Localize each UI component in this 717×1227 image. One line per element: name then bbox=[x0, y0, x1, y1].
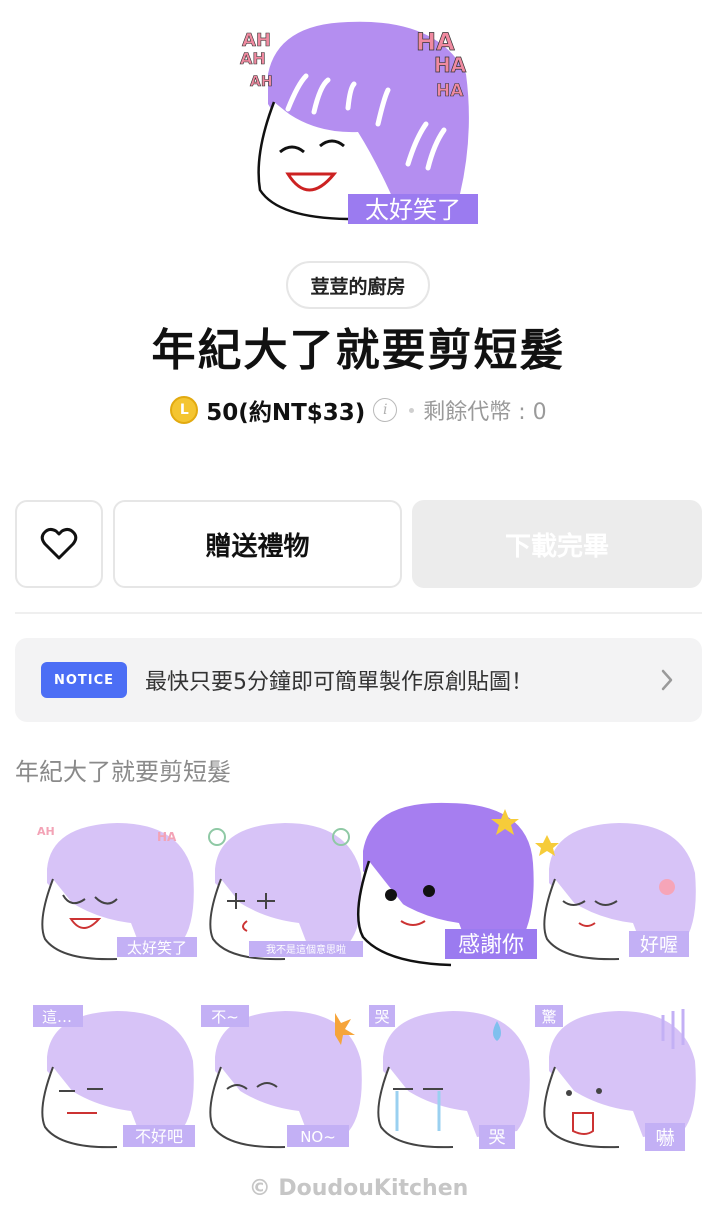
favorite-button[interactable] bbox=[15, 500, 103, 588]
svg-text:AH: AH bbox=[240, 49, 266, 68]
hero-right-text: HA bbox=[416, 28, 455, 56]
sticker-item[interactable]: 我不是這個意思啦 bbox=[199, 813, 369, 983]
sticker-item[interactable]: 哭 哭 bbox=[367, 1001, 537, 1171]
hero-left-text: AH bbox=[242, 30, 271, 51]
price-row: L 50(約NT$33) i 剩餘代幣 : 0 bbox=[0, 392, 717, 428]
svg-text:嚇: 嚇 bbox=[655, 1127, 674, 1149]
hero-sticker-image: AH AH AH HA HA HA 太好笑了 bbox=[240, 21, 478, 224]
svg-text:不好吧: 不好吧 bbox=[135, 1127, 183, 1146]
coins-left-label: 剩餘代幣 : 0 bbox=[423, 400, 547, 425]
copyright-footer: © DoudouKitchen bbox=[248, 1176, 469, 1201]
download-complete-button[interactable]: 下載完畢 bbox=[412, 500, 702, 588]
svg-text:AH: AH bbox=[250, 74, 273, 90]
heart-icon bbox=[40, 527, 78, 560]
svg-text:HA: HA bbox=[436, 81, 464, 101]
svg-text:好喔: 好喔 bbox=[640, 934, 678, 956]
sticker-item[interactable]: 這… 不好吧 bbox=[31, 1001, 201, 1171]
sticker-item[interactable]: AH HA 太好笑了 bbox=[31, 813, 201, 983]
svg-text:感謝你: 感謝你 bbox=[458, 933, 524, 958]
info-icon[interactable]: i bbox=[373, 398, 398, 422]
author-chip[interactable]: 荳荳的廚房 bbox=[286, 261, 430, 309]
chevron-right-icon bbox=[661, 669, 673, 691]
sticker-item[interactable]: 驚 嚇 bbox=[533, 1001, 703, 1171]
gift-button[interactable]: 贈送禮物 bbox=[113, 500, 402, 588]
svg-text:驚: 驚 bbox=[541, 1008, 556, 1026]
svg-text:哭: 哭 bbox=[489, 1128, 506, 1148]
svg-text:我不是這個意思啦: 我不是這個意思啦 bbox=[266, 943, 346, 956]
hero-caption: 太好笑了 bbox=[365, 196, 461, 224]
svg-text:HA: HA bbox=[157, 830, 177, 844]
notice-badge: NOTICE bbox=[41, 662, 127, 698]
sticker-item[interactable]: 好喔 bbox=[533, 813, 703, 983]
svg-text:太好笑了: 太好笑了 bbox=[127, 939, 187, 957]
svg-text:這…: 這… bbox=[42, 1008, 72, 1026]
price-label: 50(約NT$33) bbox=[206, 400, 366, 426]
author-name: 荳荳的廚房 bbox=[310, 275, 406, 298]
separator-dot bbox=[409, 407, 415, 413]
svg-text:NO~: NO~ bbox=[300, 1128, 336, 1146]
coin-icon: L bbox=[170, 396, 199, 424]
svg-text:哭: 哭 bbox=[374, 1008, 389, 1026]
notice-text: 最快只要5分鐘即可簡單製作原創貼圖！ bbox=[145, 670, 533, 695]
svg-text:不~: 不~ bbox=[211, 1008, 239, 1026]
page-title: 年紀大了就要剪短髮 bbox=[151, 325, 566, 376]
notice-banner[interactable]: NOTICE 最快只要5分鐘即可簡單製作原創貼圖！ bbox=[15, 638, 702, 722]
svg-text:HA: HA bbox=[434, 53, 467, 77]
svg-text:AH: AH bbox=[37, 825, 55, 838]
sticker-item[interactable]: 不~ NO~ bbox=[199, 1001, 369, 1171]
sticker-item[interactable]: 感謝你 bbox=[355, 799, 541, 985]
section-label: 年紀大了就要剪短髮 bbox=[15, 758, 231, 786]
divider bbox=[15, 612, 702, 614]
